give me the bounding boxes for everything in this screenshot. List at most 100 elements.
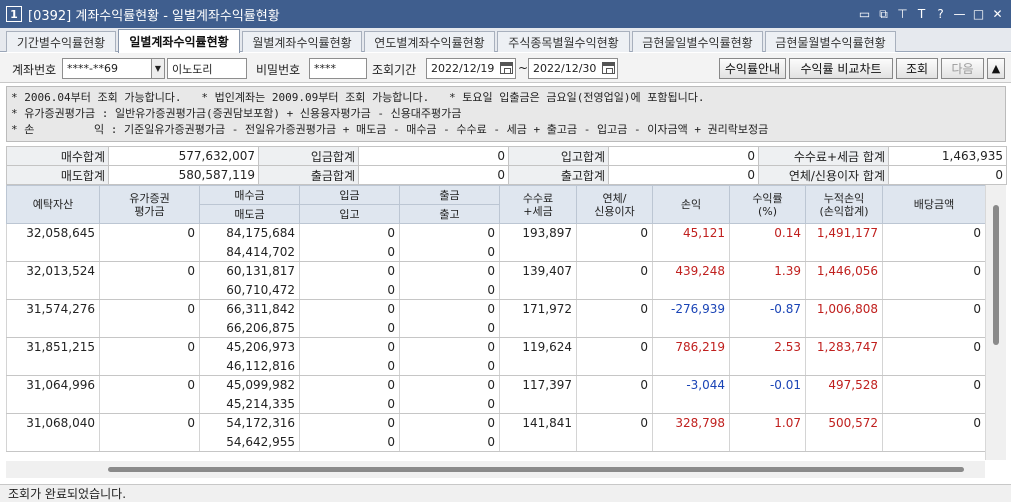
table-row[interactable]: 32,013,524 0 60,131,817 0 0 139,407 0 439,248 1.… [6,261,986,300]
tab-stock-monthly-return[interactable]: 주식종목별월수익현황 [497,31,630,52]
interest-total-value: 0 [888,165,1007,185]
col-dividend[interactable]: 배당금액 [882,185,986,224]
cell-withdraw: 0 [399,375,500,395]
tab-daily-account-return[interactable]: 일별계좌수익률현황 [118,29,240,53]
next-button[interactable]: 다음 [941,58,984,79]
link-window-icon[interactable]: ▭ [857,7,872,22]
col-withdraw[interactable]: 출금 [399,185,500,205]
cell-stock-out: 0 [399,280,500,300]
close-icon[interactable]: ✕ [990,7,1005,22]
cell-stock-out: 0 [399,394,500,414]
table-row[interactable]: 32,058,645 0 84,175,684 0 0 193,897 0 45,121 0.1… [6,223,986,262]
collapse-up-button[interactable]: ▲ [987,58,1005,79]
col-overdue-interest[interactable]: 연체/ 신용이자 [576,185,653,224]
cell-pnl: -276,939 [652,299,730,338]
table-row[interactable]: 31,064,996 0 45,099,982 0 0 117,397 0 -3,044 -0.… [6,375,986,414]
vertical-scrollbar[interactable] [985,185,1006,460]
new-window-icon[interactable]: ⧉ [876,7,891,22]
col-return-rate[interactable]: 수익률 (%) [729,185,806,224]
date-from-field[interactable]: 2022/12/19 [426,58,516,79]
cell-sell: 66,206,875 [199,318,300,338]
tab-period-return[interactable]: 기간별수익률현황 [6,31,116,52]
sell-total-value: 580,587,119 [108,165,259,185]
cell-pnl: 45,121 [652,223,730,262]
minimize-icon[interactable]: — [952,7,967,22]
cell-fee-tax: 139,407 [499,261,577,300]
cell-stock-out: 0 [399,356,500,376]
col-stock-out[interactable]: 출고 [399,204,500,224]
col-sell[interactable]: 매도금 [199,204,300,224]
stock-out-total-label: 출고합계 [508,165,609,185]
cell-cumulative-pnl: 497,528 [805,375,883,414]
cell-stock-in: 0 [299,280,400,300]
account-number-field[interactable]: ****-**69 [62,58,152,79]
col-cumulative-pnl[interactable]: 누적손익 (손익합계) [805,185,883,224]
table-row[interactable]: 31,068,040 0 54,172,316 0 0 141,841 0 328,798 1.… [6,413,986,452]
cell-stock-in: 0 [299,432,400,452]
cell-interest: 0 [576,223,653,262]
table-row[interactable]: 31,574,276 0 66,311,842 0 0 171,972 0 -276,939-… [6,299,986,338]
password-field[interactable]: **** [309,58,367,79]
help-icon[interactable]: ? [933,7,948,22]
tab-monthly-account-return[interactable]: 월별계좌수익률현황 [242,31,362,52]
cell-dividend: 0 [882,375,986,414]
cell-deposit-in: 0 [299,413,400,433]
col-buy[interactable]: 매수금 [199,185,300,205]
cell-securities-eval: 0 [99,337,200,376]
query-button[interactable]: 조회 [896,58,938,79]
cell-pnl: -3,044 [652,375,730,414]
cell-stock-in: 0 [299,242,400,262]
cell-interest: 0 [576,299,653,338]
window-title: [0392] 계좌수익률현황 - 일별계좌수익률현황 [28,8,280,24]
cell-deposit-in: 0 [299,261,400,281]
cell-buy: 45,206,973 [199,337,300,357]
tab-bar: 기간별수익률현황 일별계좌수익률현황 월별계좌수익률현황 연도별계좌수익률현황 … [0,28,1011,53]
tab-gold-daily-return[interactable]: 금현물일별수익률현황 [632,31,763,52]
cell-deposit-in: 0 [299,299,400,319]
maximize-icon[interactable]: □ [971,7,986,22]
col-pnl[interactable]: 손익 [652,185,730,224]
cell-interest: 0 [576,413,653,452]
sell-total-label: 매도합계 [6,165,109,185]
cell-stock-in: 0 [299,394,400,414]
account-dropdown-icon[interactable]: ▼ [151,58,165,79]
stock-in-total-value: 0 [608,146,759,166]
cell-pnl: 439,248 [652,261,730,300]
font-size-icon[interactable]: T [914,7,929,22]
horizontal-scrollbar[interactable] [6,461,985,478]
calendar-icon[interactable] [500,62,513,74]
cell-interest: 0 [576,261,653,300]
col-securities-eval[interactable]: 유가증권 평가금 [99,185,200,224]
vertical-scroll-thumb[interactable] [993,205,999,345]
col-deposit-in[interactable]: 입금 [299,185,400,205]
tab-gold-monthly-return[interactable]: 금현물월별수익률현황 [765,31,896,52]
cell-securities-eval: 0 [99,223,200,262]
calendar-icon[interactable] [602,62,615,74]
window-titlebar: 1 [0392] 계좌수익률현황 - 일별계좌수익률현황 ▭ ⧉ ⊤ T ? —… [0,0,1011,28]
buy-total-label: 매수합계 [6,146,109,166]
cell-return-rate: 1.07 [729,413,806,452]
notice-line: * 2006.04부터 조회 가능합니다. * 법인계좌는 2009.09부터 … [11,91,705,104]
cell-fee-tax: 171,972 [499,299,577,338]
cell-cumulative-pnl: 1,446,056 [805,261,883,300]
deposit-total-value: 0 [358,146,509,166]
col-fee-tax[interactable]: 수수료 +세금 [499,185,577,224]
cell-return-rate: 1.39 [729,261,806,300]
cell-interest: 0 [576,375,653,414]
return-compare-chart-button[interactable]: 수익률 비교차트 [789,58,893,79]
buy-total-value: 577,632,007 [108,146,259,166]
cell-deposit: 31,851,215 [6,337,100,376]
tab-yearly-account-return[interactable]: 연도별계좌수익률현황 [364,31,495,52]
cell-dividend: 0 [882,413,986,452]
cell-dividend: 0 [882,299,986,338]
table-row[interactable]: 31,851,215 0 45,206,973 0 0 119,624 0 786,219 2.… [6,337,986,376]
col-stock-in[interactable]: 입고 [299,204,400,224]
pin-icon[interactable]: ⊤ [895,7,910,22]
cell-interest: 0 [576,337,653,376]
return-guide-button[interactable]: 수익률안내 [719,58,786,79]
col-deposit-assets[interactable]: 예탁자산 [6,185,100,224]
period-label: 조회기간 [372,63,417,77]
cell-sell: 60,710,472 [199,280,300,300]
horizontal-scroll-thumb[interactable] [108,467,964,472]
date-to-field[interactable]: 2022/12/30 [528,58,618,79]
